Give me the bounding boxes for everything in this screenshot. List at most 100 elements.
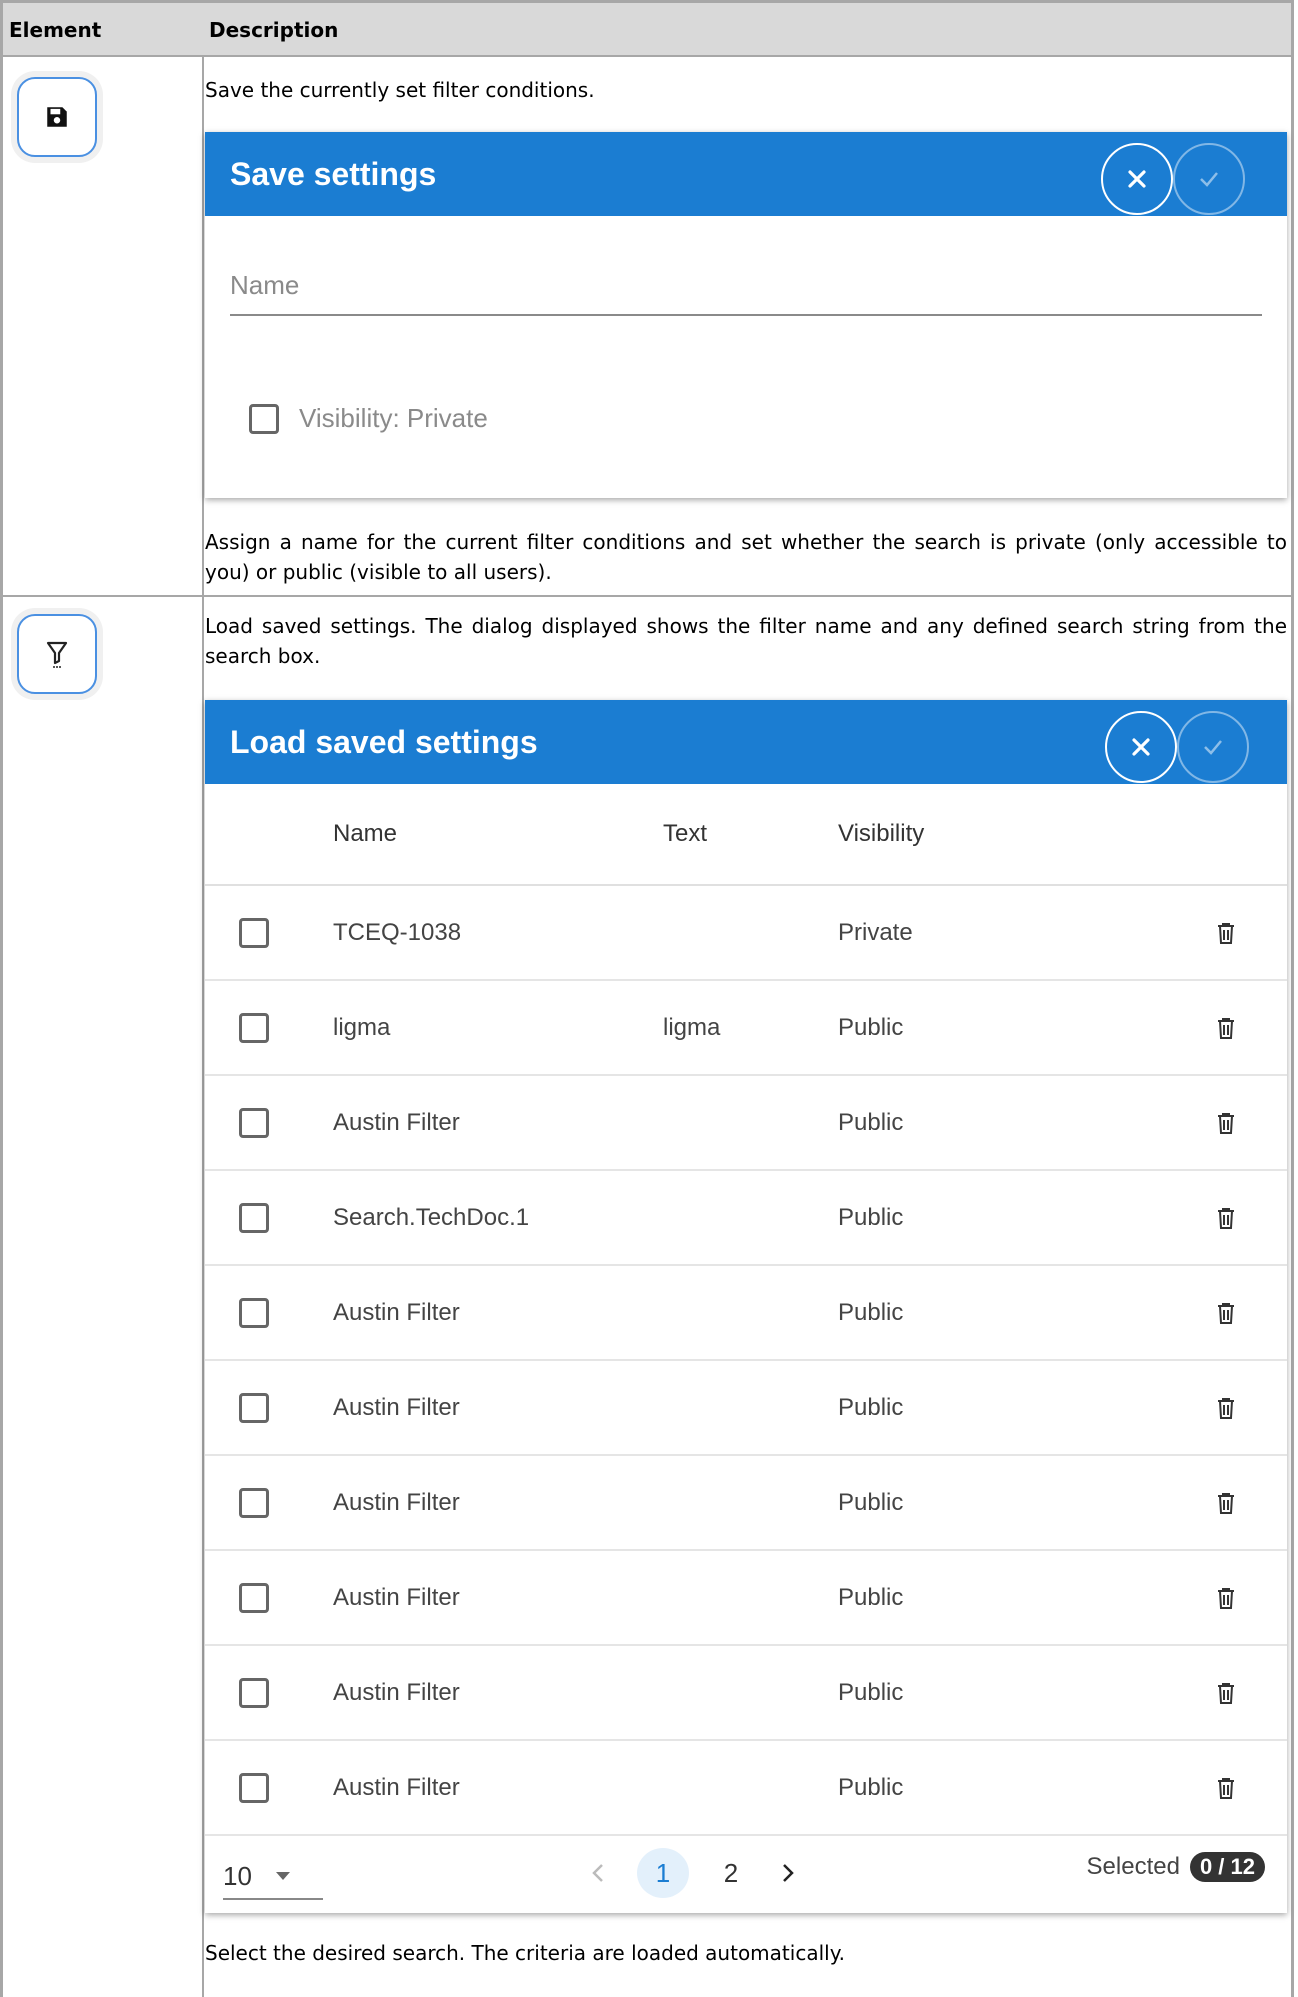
confirm-button[interactable] [1177,711,1249,783]
name-input[interactable]: Name [230,256,1262,316]
table-header-row: Element Description [3,3,1291,57]
table-row[interactable]: Austin Filter Public [205,1076,1287,1171]
row-checkbox[interactable] [239,1677,269,1708]
row-visibility: Public [838,1773,904,1801]
table-row[interactable]: Austin Filter Public [205,1266,1287,1361]
selected-count-badge: 0 / 12 [1189,1852,1265,1882]
delete-button[interactable] [1215,981,1237,1074]
chevron-right-icon [783,1864,794,1882]
saved-settings-table-header: Name Text Visibility [205,784,1287,886]
row-name: Austin Filter [333,1298,460,1326]
delete-button[interactable] [1215,1741,1237,1834]
page-button-2[interactable]: 2 [705,1848,757,1898]
row-checkbox[interactable] [239,1772,269,1803]
delete-button[interactable] [1215,886,1237,979]
row-checkbox[interactable] [239,1012,269,1043]
row-checkbox[interactable] [239,917,269,948]
row-checkbox[interactable] [239,1582,269,1613]
documentation-table: Element Description Save the currently s… [0,0,1294,1997]
delete-button[interactable] [1215,1171,1237,1264]
row-visibility: Public [838,1678,904,1706]
row-name: ligma [333,1013,391,1041]
confirm-button[interactable] [1173,143,1245,215]
row-name: Austin Filter [333,1108,460,1136]
delete-button[interactable] [1215,1551,1237,1644]
load-note: Select the desired search. The criteria … [205,1941,846,1965]
column-visibility: Visibility [838,820,925,847]
table-row[interactable]: ligma ligma Public [205,981,1287,1076]
delete-button[interactable] [1215,1646,1237,1739]
row-visibility: Public [838,1298,904,1326]
load-filter-button[interactable] [17,614,97,694]
save-settings-dialog: Save settings Name Visibility: Private [205,132,1287,498]
trash-icon [1218,1682,1234,1704]
table-row[interactable]: Austin Filter Public [205,1361,1287,1456]
selection-counter: Selected 0 / 12 [1087,1852,1265,1882]
next-page-button[interactable] [773,1848,803,1898]
row-name: Austin Filter [333,1488,460,1516]
row-visibility: Public [838,1488,904,1516]
row-visibility: Public [838,1583,904,1611]
save-dialog-header: Save settings [205,132,1287,216]
load-saved-settings-dialog: Load saved settings Name Text Visibility… [205,700,1287,1913]
close-button[interactable] [1105,711,1177,783]
table-row[interactable]: Austin Filter Public [205,1646,1287,1741]
row-visibility: Public [838,1203,904,1231]
row-text: ligma [663,1013,721,1041]
close-icon [1132,738,1150,756]
save-filter-button[interactable] [17,77,97,157]
row-visibility: Public [838,1108,904,1136]
prev-page-button[interactable] [583,1848,613,1898]
row-visibility: Private [838,918,913,946]
save-dialog-title: Save settings [230,155,437,192]
pagination-bar: 10 1 2 Selected 0 / 12 [205,1836,1287,1916]
delete-button[interactable] [1215,1456,1237,1549]
save-note: Assign a name for the current filter con… [205,530,1287,584]
filter-icon [46,641,68,668]
page-button-1[interactable]: 1 [637,1848,689,1898]
column-text: Text [663,820,708,847]
column-name: Name [333,820,398,847]
trash-icon [1218,1302,1234,1324]
check-icon [1200,172,1218,187]
row-name: Austin Filter [333,1583,460,1611]
load-description: Load saved settings. The dialog displaye… [205,614,1287,668]
column-divider [202,3,204,1997]
trash-icon [1218,1777,1234,1799]
visibility-label: Visibility: Private [299,403,488,433]
table-row[interactable]: TCEQ-1038 Private [205,886,1287,981]
row-checkbox[interactable] [239,1487,269,1518]
row-name: Search.TechDoc.1 [333,1203,530,1231]
header-description: Description [209,18,339,42]
delete-button[interactable] [1215,1076,1237,1169]
table-row[interactable]: Austin Filter Public [205,1551,1287,1646]
table-row[interactable]: Austin Filter Public [205,1456,1287,1551]
per-page-select[interactable]: 10 [223,1854,323,1900]
chevron-left-icon [592,1864,603,1882]
trash-icon [1218,1112,1234,1134]
row-checkbox[interactable] [239,1297,269,1328]
trash-icon [1218,1017,1234,1039]
row-name: TCEQ-1038 [333,918,462,946]
delete-button[interactable] [1215,1266,1237,1359]
delete-button[interactable] [1215,1361,1237,1454]
visibility-toggle[interactable]: Visibility: Private [249,403,488,434]
floppy-disk-icon [47,107,67,127]
load-dialog-header: Load saved settings [205,700,1287,784]
row-divider [3,595,1291,597]
header-element: Element [9,18,102,42]
row-visibility: Public [838,1013,904,1041]
check-icon [1204,740,1222,755]
table-row[interactable]: Austin Filter Public [205,1741,1287,1836]
row-checkbox[interactable] [239,1392,269,1423]
row-visibility: Public [838,1393,904,1421]
row-name: Austin Filter [333,1393,460,1421]
visibility-checkbox[interactable] [249,403,279,434]
close-button[interactable] [1101,143,1173,215]
row-checkbox[interactable] [239,1202,269,1233]
trash-icon [1218,922,1234,944]
trash-icon [1218,1492,1234,1514]
row-checkbox[interactable] [239,1107,269,1138]
table-row[interactable]: Search.TechDoc.1 Public [205,1171,1287,1266]
trash-icon [1218,1207,1234,1229]
